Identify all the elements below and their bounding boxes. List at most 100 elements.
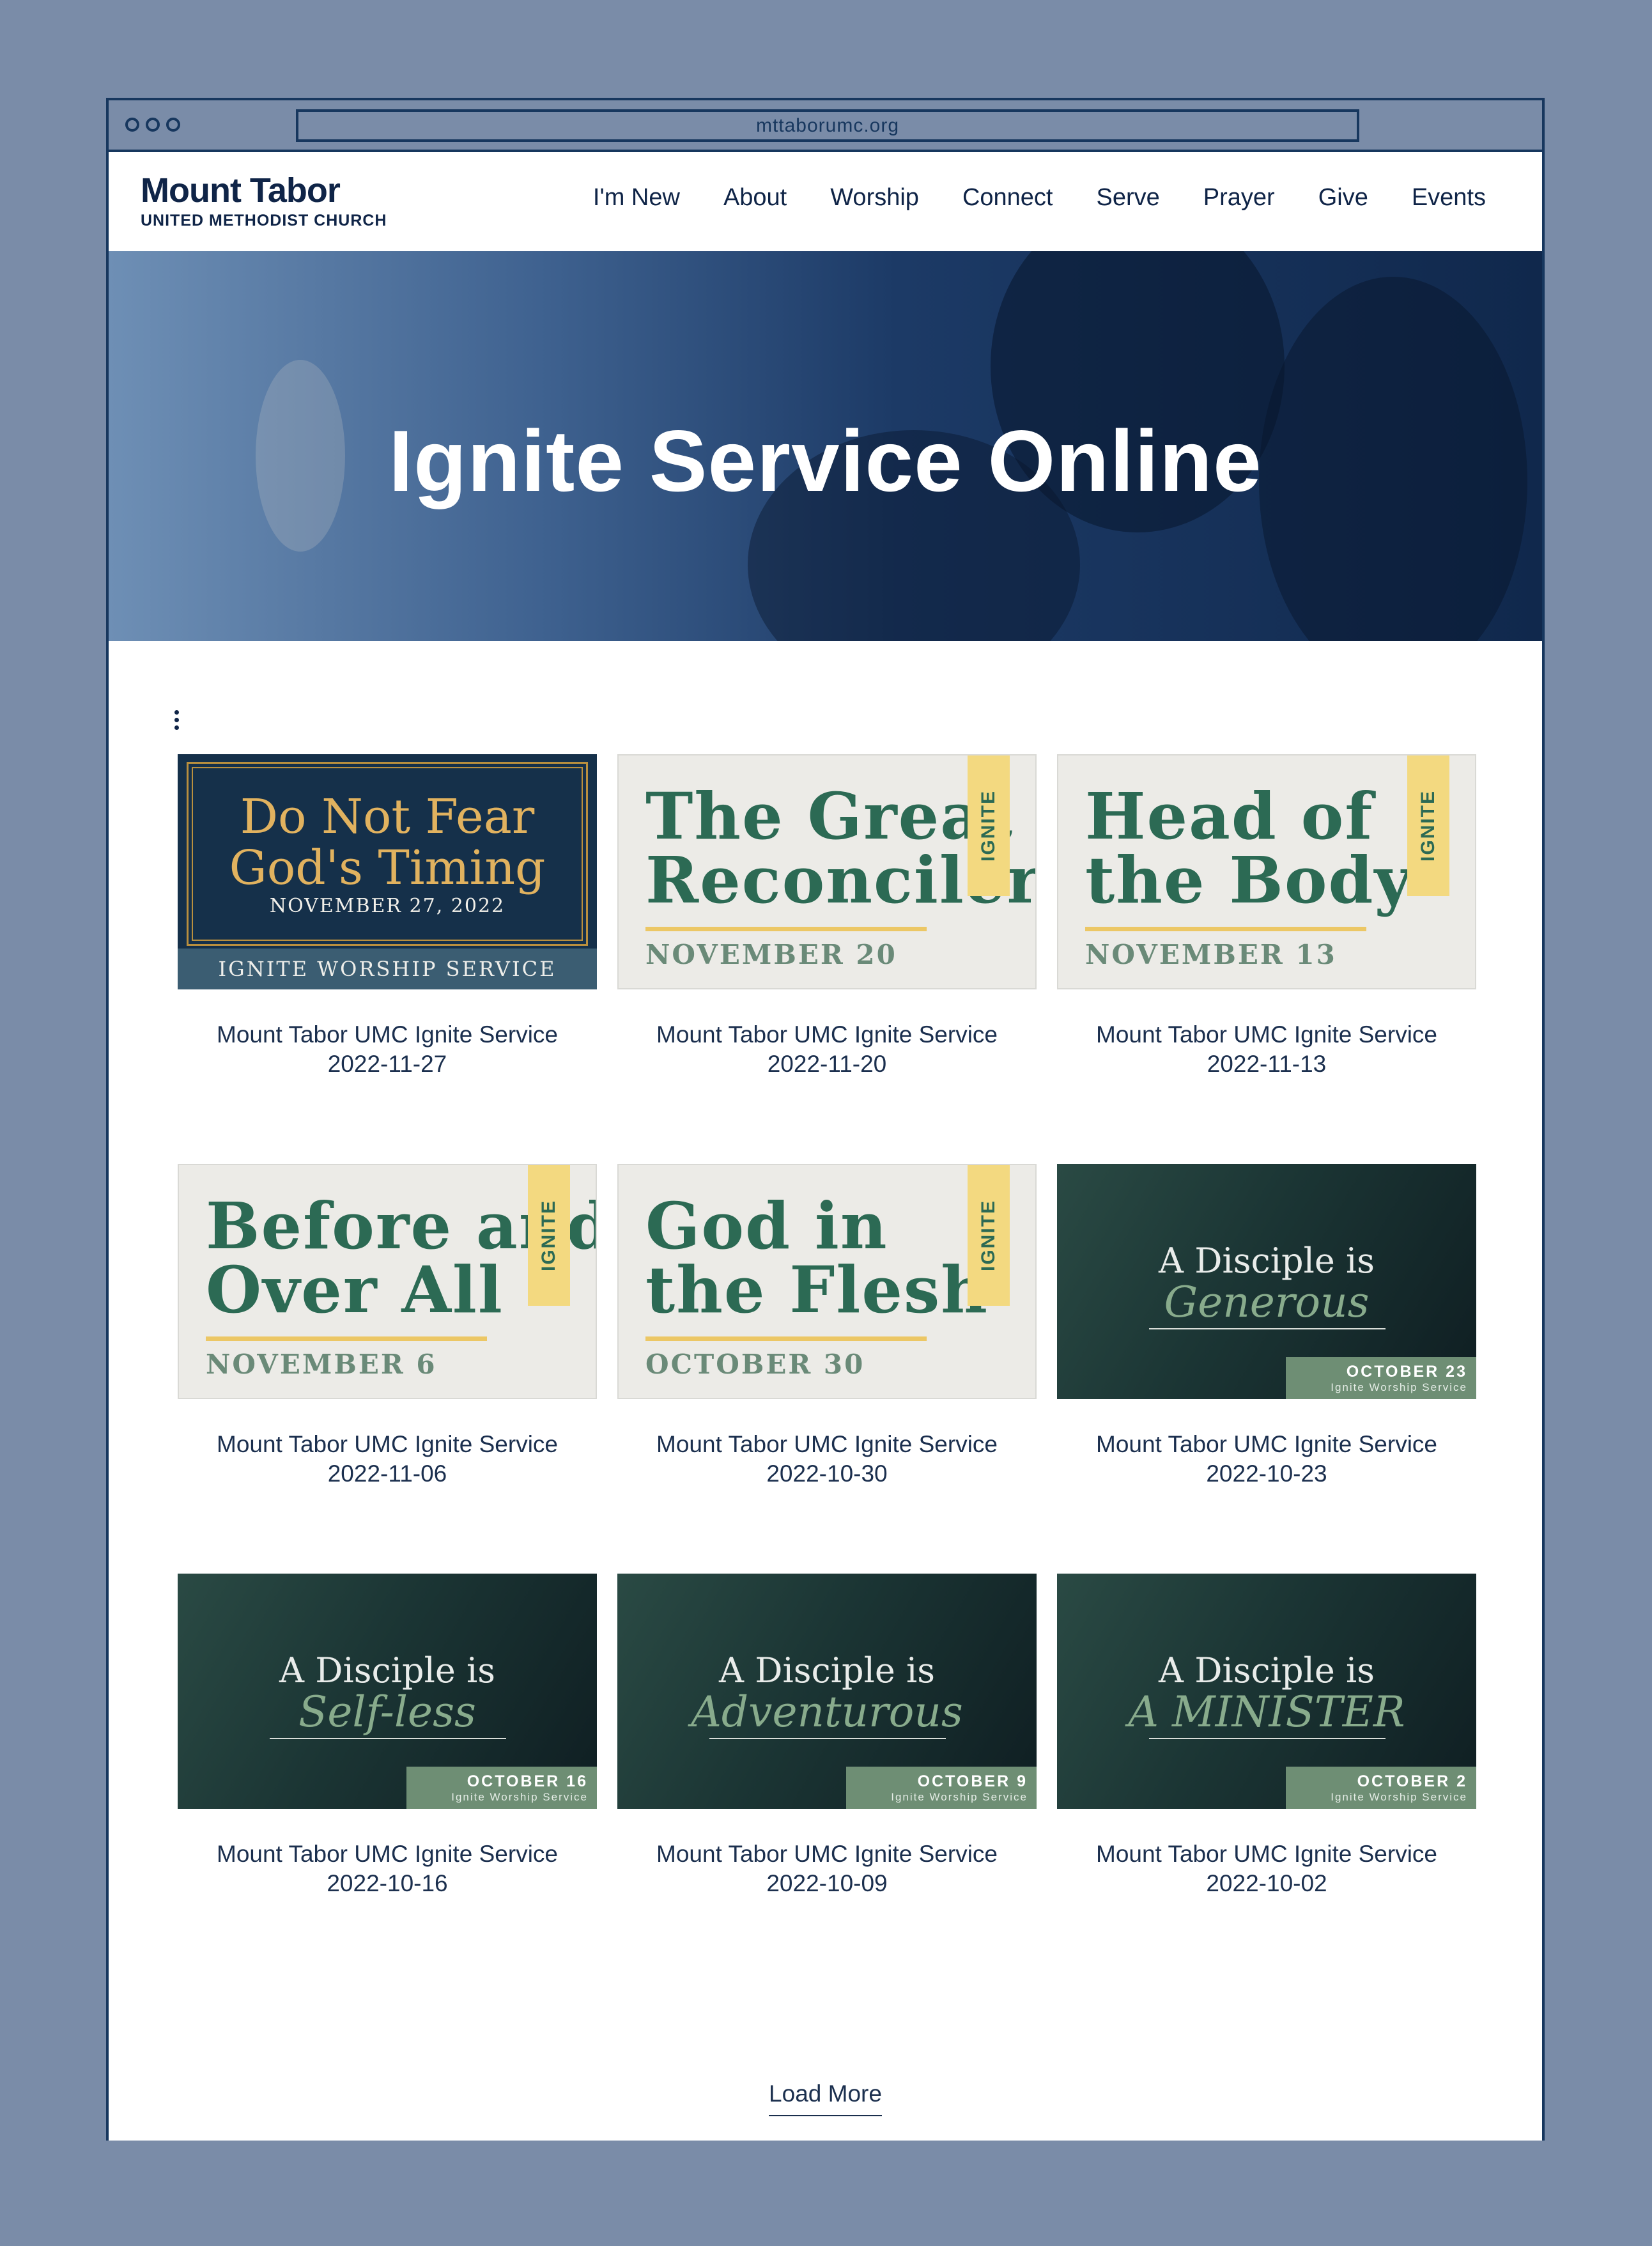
ignite-tag-label: IGNITE	[1417, 789, 1439, 862]
ignite-tag: IGNITE	[528, 1165, 570, 1306]
video-gallery-section: Do Not Fear God's Timing NOVEMBER 27, 20…	[109, 641, 1542, 2141]
thumbnail-date: OCTOBER 16	[467, 1772, 588, 1790]
ignite-tag: IGNITE	[968, 1165, 1010, 1306]
video-thumbnail[interactable]: Do Not Fear God's Timing NOVEMBER 27, 20…	[178, 754, 597, 989]
video-caption: Mount Tabor UMC Ignite Service 2022-11-2…	[617, 1020, 1037, 1079]
thumbnail-keyword: Self-less	[298, 1687, 476, 1737]
video-date: 2022-10-16	[327, 1870, 448, 1896]
site-logo[interactable]: Mount Tabor UNITED METHODIST CHURCH	[141, 173, 387, 230]
thumbnail-date-badge: OCTOBER 16 Ignite Worship Service	[406, 1767, 597, 1809]
thumbnail-keyword: Adventurous	[691, 1687, 963, 1737]
thumbnail-title: God in the Flesh	[645, 1188, 989, 1328]
ignite-tag-label: IGNITE	[978, 1199, 1000, 1272]
video-title: Mount Tabor UMC Ignite Service	[1096, 1841, 1437, 1867]
thumbnail-underline	[645, 927, 927, 931]
minimize-window-dot[interactable]	[146, 118, 160, 132]
thumbnail-date: OCTOBER 2	[1357, 1772, 1467, 1790]
logo-subtitle: UNITED METHODIST CHURCH	[141, 212, 387, 229]
video-thumbnail[interactable]: A Disciple is Generous OCTOBER 23 Ignite…	[1057, 1164, 1476, 1399]
video-thumbnail[interactable]: A Disciple is Adventurous OCTOBER 9 Igni…	[617, 1574, 1037, 1809]
video-card[interactable]: A Disciple is Generous OCTOBER 23 Ignite…	[1057, 1164, 1476, 1574]
thumbnail-keyword: A MINISTER	[1128, 1687, 1405, 1737]
ignite-tag-label: IGNITE	[978, 789, 1000, 862]
video-caption: Mount Tabor UMC Ignite Service 2022-11-0…	[178, 1430, 597, 1489]
thumbnail-keyword: Generous	[1164, 1278, 1370, 1327]
nav-item-give[interactable]: Give	[1318, 184, 1368, 212]
video-thumbnail[interactable]: Before and Over All NOVEMBER 6 IGNITE	[178, 1164, 597, 1399]
video-title: Mount Tabor UMC Ignite Service	[217, 1431, 558, 1457]
video-title: Mount Tabor UMC Ignite Service	[656, 1841, 998, 1867]
video-card[interactable]: Do Not Fear God's Timing NOVEMBER 27, 20…	[178, 754, 597, 1164]
video-caption: Mount Tabor UMC Ignite Service 2022-10-2…	[1057, 1430, 1476, 1489]
ignite-tag: IGNITE	[968, 755, 1010, 896]
video-thumbnail[interactable]: God in the Flesh OCTOBER 30 IGNITE	[617, 1164, 1037, 1399]
thumbnail-underline	[709, 1738, 946, 1739]
nav-item-serve[interactable]: Serve	[1096, 184, 1159, 212]
video-title: Mount Tabor UMC Ignite Service	[1096, 1431, 1437, 1457]
video-date: 2022-10-30	[766, 1460, 888, 1487]
thumbnail-heading: A Disciple is	[719, 1650, 935, 1691]
close-window-dot[interactable]	[125, 118, 139, 132]
video-card[interactable]: The Great Reconciler NOVEMBER 20 IGNITE …	[617, 754, 1037, 1164]
logo-name: Mount Tabor	[141, 171, 341, 210]
thumbnail-heading: A Disciple is	[1159, 1241, 1375, 1281]
video-thumbnail[interactable]: Head of the Body NOVEMBER 13 IGNITE	[1057, 754, 1476, 989]
address-bar[interactable]: mttaborumc.org	[296, 109, 1359, 142]
video-card[interactable]: God in the Flesh OCTOBER 30 IGNITE Mount…	[617, 1164, 1037, 1574]
thumbnail-date-badge: OCTOBER 9 Ignite Worship Service	[846, 1767, 1037, 1809]
nav-item-connect[interactable]: Connect	[962, 184, 1053, 212]
video-caption: Mount Tabor UMC Ignite Service 2022-11-2…	[178, 1020, 597, 1079]
nav-item-worship[interactable]: Worship	[830, 184, 919, 212]
ignite-tag: IGNITE	[1407, 755, 1449, 896]
video-title: Mount Tabor UMC Ignite Service	[217, 1021, 558, 1048]
thumbnail-underline	[1149, 1738, 1386, 1739]
thumbnail-date: OCTOBER 9	[917, 1772, 1028, 1790]
thumbnail-date: NOVEMBER 6	[206, 1349, 437, 1380]
thumbnail-date: OCTOBER 23	[1346, 1362, 1467, 1381]
video-caption: Mount Tabor UMC Ignite Service 2022-10-1…	[178, 1839, 597, 1898]
thumbnail-date: NOVEMBER 27, 2022	[269, 895, 506, 917]
video-date: 2022-10-09	[766, 1870, 888, 1896]
video-title: Mount Tabor UMC Ignite Service	[217, 1841, 558, 1867]
thumbnail-title: Head of the Body	[1085, 778, 1413, 918]
maximize-window-dot[interactable]	[166, 118, 180, 132]
video-date: 2022-10-23	[1206, 1460, 1327, 1487]
thumbnail-subtitle: Ignite Worship Service	[1331, 1381, 1467, 1393]
video-card[interactable]: A Disciple is Adventurous OCTOBER 9 Igni…	[617, 1574, 1037, 1983]
nav-item-about[interactable]: About	[723, 184, 787, 212]
browser-chrome: mttaborumc.org	[109, 100, 1542, 152]
thumbnail-date: NOVEMBER 13	[1085, 939, 1337, 970]
nav-item-im-new[interactable]: I'm New	[593, 184, 680, 212]
video-title: Mount Tabor UMC Ignite Service	[656, 1021, 998, 1048]
hero-banner: Ignite Service Online	[109, 251, 1542, 641]
thumbnail-subtitle: Ignite Worship Service	[451, 1790, 588, 1803]
thumbnail-underline	[270, 1738, 506, 1739]
video-thumbnail[interactable]: A Disciple is A MINISTER OCTOBER 2 Ignit…	[1057, 1574, 1476, 1809]
video-date: 2022-11-20	[767, 1051, 887, 1077]
browser-window: mttaborumc.org Mount Tabor UNITED METHOD…	[106, 98, 1545, 2141]
thumbnail-subtitle: Ignite Worship Service	[891, 1790, 1028, 1803]
page-title: Ignite Service Online	[389, 412, 1262, 509]
site-header: Mount Tabor UNITED METHODIST CHURCH I'm …	[109, 152, 1542, 251]
main-nav: I'm New About Worship Connect Serve Pray…	[593, 184, 1486, 212]
video-caption: Mount Tabor UMC Ignite Service 2022-10-3…	[617, 1430, 1037, 1489]
thumbnail-band: IGNITE WORSHIP SERVICE	[178, 949, 597, 989]
video-grid: Do Not Fear God's Timing NOVEMBER 27, 20…	[178, 754, 1476, 1983]
video-thumbnail[interactable]: A Disciple is Self-less OCTOBER 16 Ignit…	[178, 1574, 597, 1809]
load-more-button[interactable]: Load More	[769, 2080, 882, 2116]
video-thumbnail[interactable]: The Great Reconciler NOVEMBER 20 IGNITE	[617, 754, 1037, 989]
thumbnail-date-badge: OCTOBER 23 Ignite Worship Service	[1286, 1357, 1476, 1399]
thumbnail-underline	[206, 1336, 487, 1341]
video-caption: Mount Tabor UMC Ignite Service 2022-11-1…	[1057, 1020, 1476, 1079]
more-options-icon[interactable]	[174, 710, 179, 730]
video-card[interactable]: Before and Over All NOVEMBER 6 IGNITE Mo…	[178, 1164, 597, 1574]
thumbnail-date: OCTOBER 30	[645, 1349, 865, 1380]
video-card[interactable]: A Disciple is Self-less OCTOBER 16 Ignit…	[178, 1574, 597, 1983]
thumbnail-heading: A Disciple is	[1159, 1650, 1375, 1691]
nav-item-events[interactable]: Events	[1412, 184, 1486, 212]
video-caption: Mount Tabor UMC Ignite Service 2022-10-0…	[617, 1839, 1037, 1898]
video-card[interactable]: A Disciple is A MINISTER OCTOBER 2 Ignit…	[1057, 1574, 1476, 1983]
thumbnail-underline	[645, 1336, 927, 1341]
video-card[interactable]: Head of the Body NOVEMBER 13 IGNITE Moun…	[1057, 754, 1476, 1164]
nav-item-prayer[interactable]: Prayer	[1203, 184, 1275, 212]
